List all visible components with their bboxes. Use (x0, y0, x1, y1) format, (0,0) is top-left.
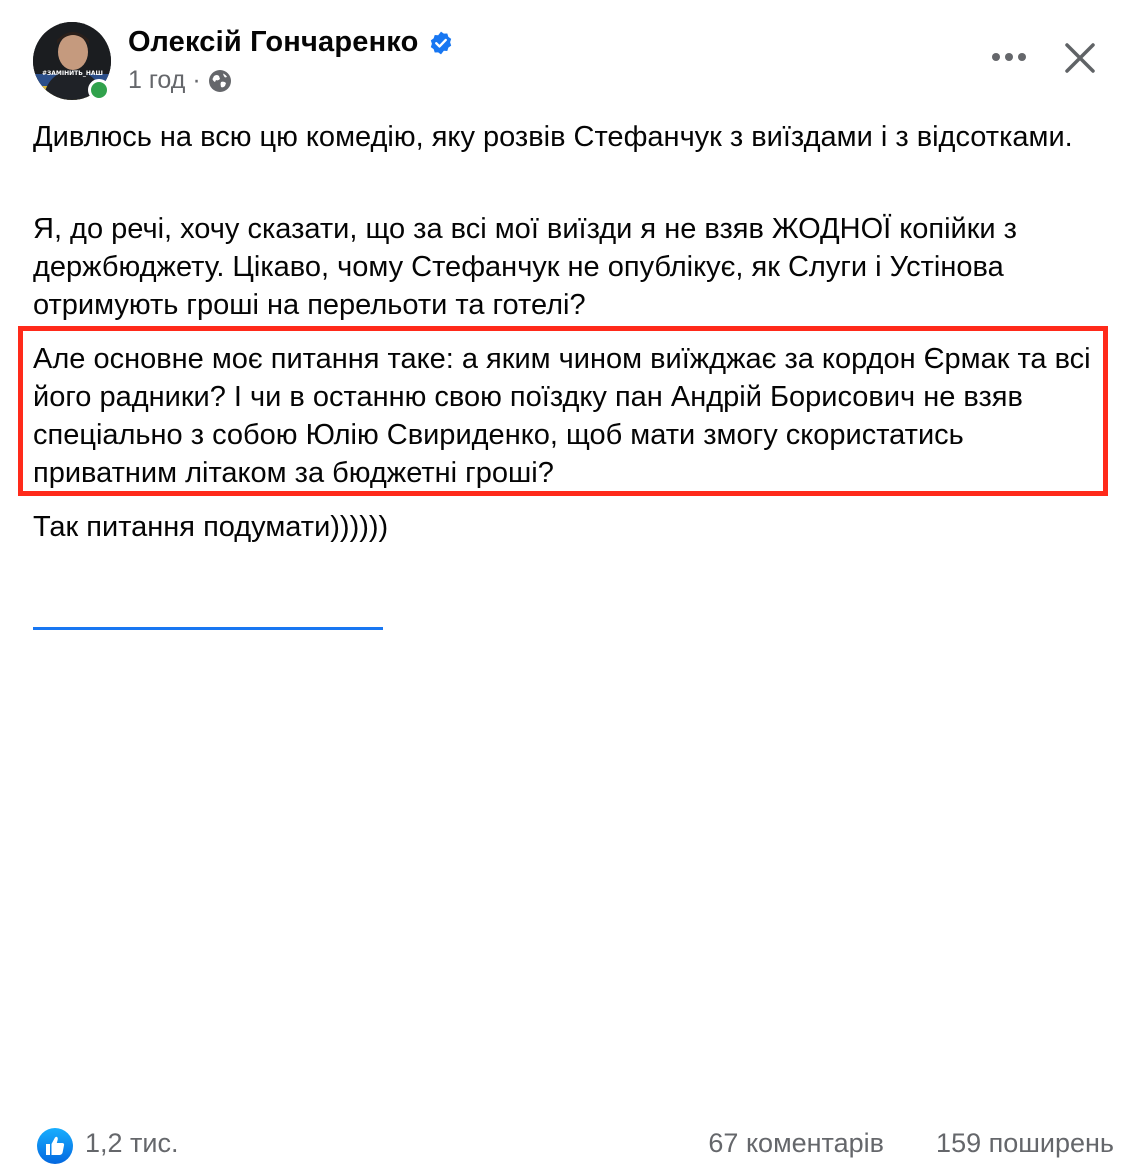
meta-separator: · (192, 66, 201, 94)
post-paragraph-3: Але основне моє питання таке: а яким чин… (33, 343, 1091, 489)
close-icon (1065, 43, 1095, 73)
close-button[interactable] (1060, 38, 1100, 78)
avatar-caption: #ЗАМІНИТЬ_НАШ (42, 70, 103, 77)
post-time[interactable]: 1 год (128, 66, 185, 95)
more-options-button[interactable] (986, 42, 1032, 72)
post-paragraph-4: Так питання подумати)))))) (33, 511, 389, 543)
online-status-indicator (88, 79, 110, 101)
post-meta: 1 год · (128, 66, 232, 95)
shares-count[interactable]: 159 поширень (936, 1128, 1114, 1159)
post-header: #ЗАМІНИТЬ_НАШ Олексій Гончаренко 1 год · (0, 0, 1144, 110)
post-paragraph-1: Дивлюсь на всю цю комедію, яку розвів Ст… (33, 121, 1073, 153)
comments-count[interactable]: 67 коментарів (708, 1128, 884, 1159)
author-name[interactable]: Олексій Гончаренко (128, 26, 419, 59)
like-reaction-icon[interactable] (37, 1128, 73, 1164)
verified-badge-icon (428, 30, 454, 56)
globe-icon[interactable] (208, 69, 232, 93)
post-paragraph-2: Я, до речі, хочу сказати, що за всі мої … (33, 213, 1017, 321)
post-stats-bar: 1,2 тис. 67 коментарів 159 поширень (0, 560, 1144, 1164)
more-options-icon (992, 53, 1026, 61)
likes-count[interactable]: 1,2 тис. (85, 1128, 179, 1159)
